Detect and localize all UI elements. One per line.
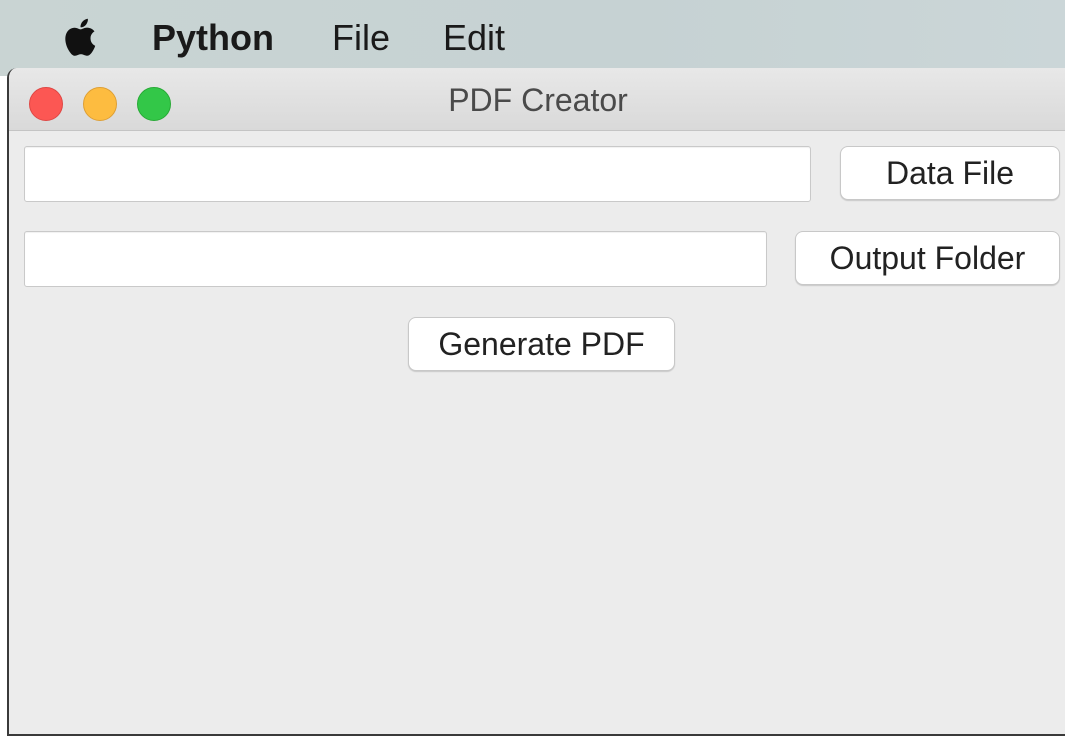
menu-file[interactable]: File	[332, 18, 390, 58]
generate-pdf-button[interactable]: Generate PDF	[408, 317, 675, 371]
window-title: PDF Creator	[448, 82, 628, 118]
data-file-input[interactable]	[24, 146, 811, 202]
window-titlebar[interactable]: PDF Creator	[9, 68, 1065, 131]
menu-edit[interactable]: Edit	[443, 18, 505, 58]
pdf-creator-window: PDF Creator Data File Output Folder Gene…	[7, 68, 1065, 736]
output-folder-input[interactable]	[24, 231, 767, 287]
apple-logo-icon[interactable]	[62, 16, 102, 58]
output-folder-button[interactable]: Output Folder	[795, 231, 1060, 285]
menu-python[interactable]: Python	[152, 18, 274, 58]
data-file-button[interactable]: Data File	[840, 146, 1060, 200]
menu-bar: Python File Edit	[0, 0, 1065, 76]
